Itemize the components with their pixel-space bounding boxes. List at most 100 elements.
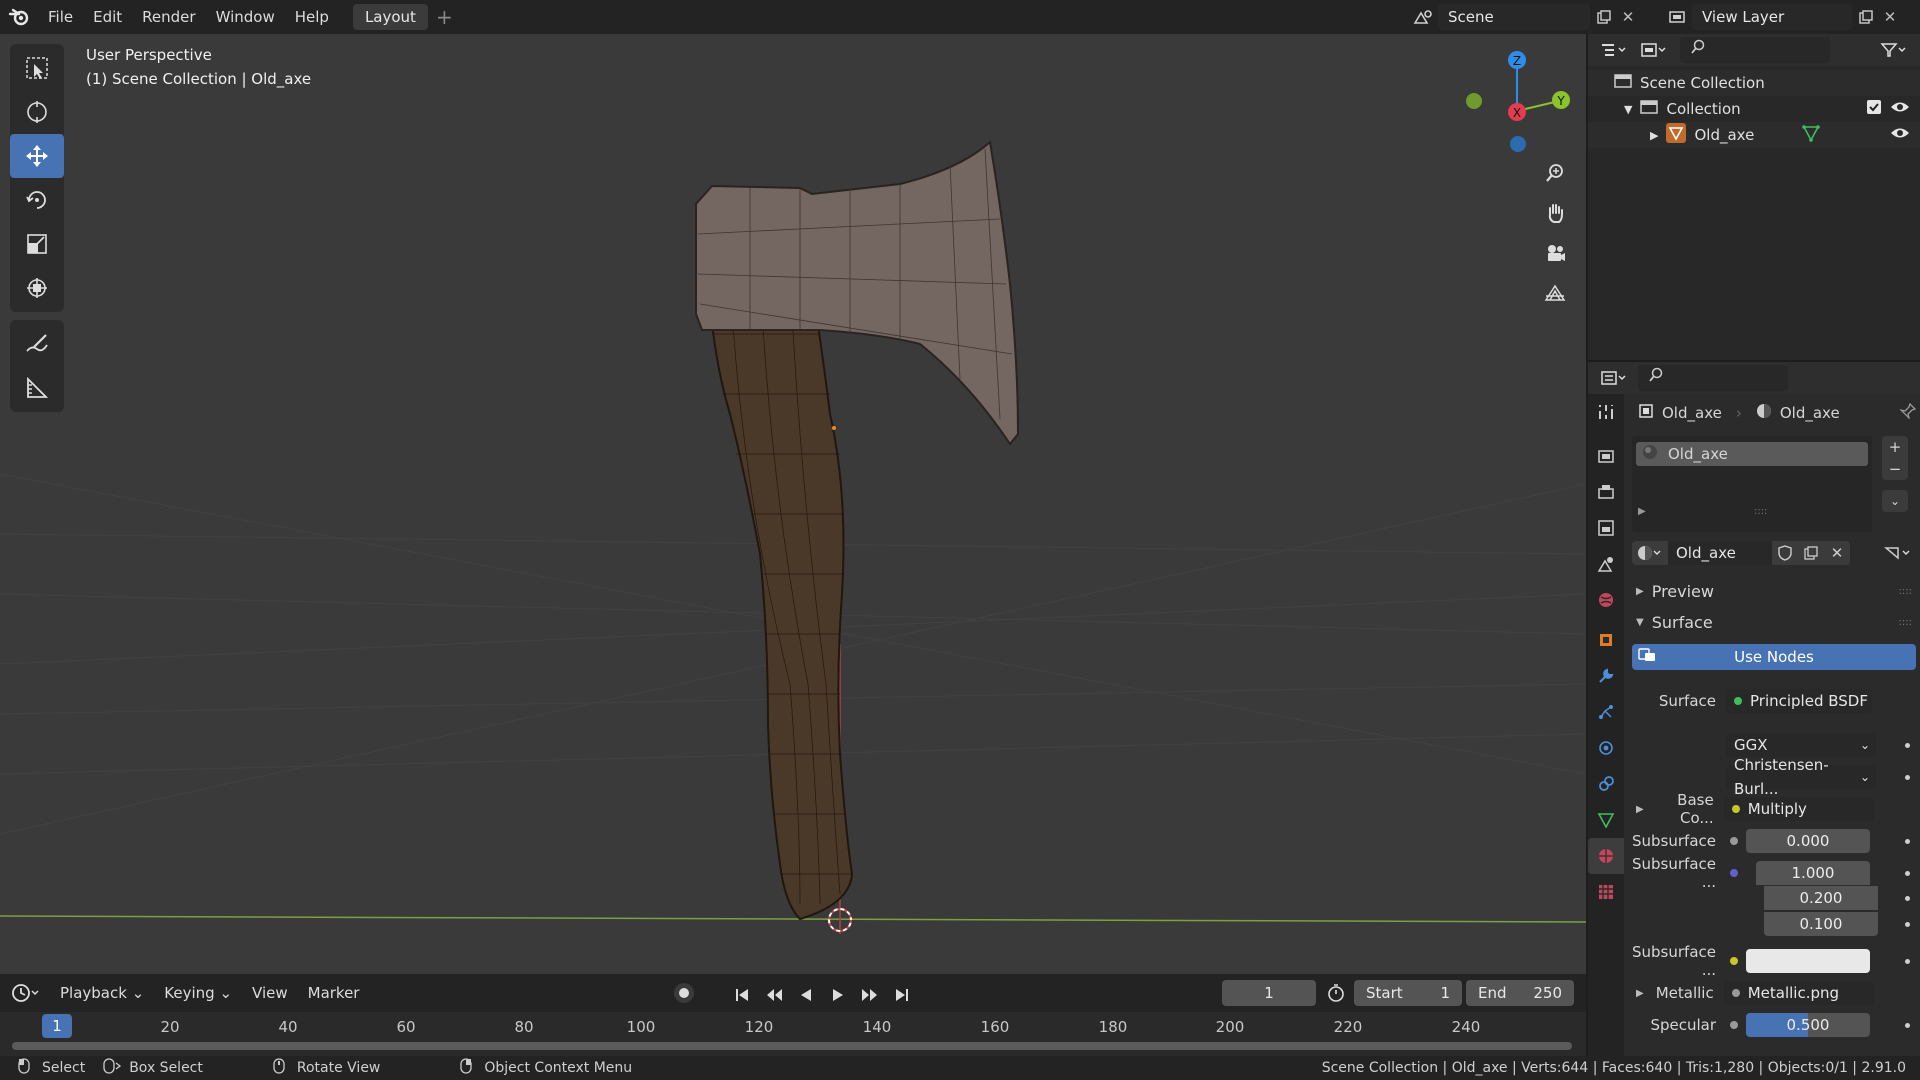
fake-user-shield-icon[interactable]	[1772, 541, 1798, 565]
zoom-icon[interactable]	[1538, 156, 1572, 190]
outliner-search-input[interactable]	[1680, 37, 1830, 63]
new-scene-icon[interactable]	[1590, 4, 1618, 30]
3d-viewport[interactable]: User Perspective (1) Scene Collection | …	[0, 34, 1586, 974]
ortho-grid-icon[interactable]	[1538, 276, 1572, 310]
material-link-filter-icon[interactable]	[1880, 541, 1916, 565]
collapse-triangle-icon[interactable]: ▼	[1624, 103, 1632, 116]
menu-file[interactable]: File	[38, 0, 83, 34]
material-tab-icon[interactable]	[1588, 838, 1624, 874]
menu-help[interactable]: Help	[285, 0, 339, 34]
view-layer-icon[interactable]	[1664, 4, 1692, 30]
end-frame-field[interactable]: End 250	[1466, 980, 1574, 1006]
properties-editor-type-icon[interactable]	[1594, 365, 1634, 391]
cursor-tool[interactable]	[10, 90, 64, 134]
panel-drag-handle[interactable]: ::::	[1899, 617, 1912, 628]
duplicate-material-icon[interactable]	[1798, 541, 1824, 565]
navigation-gizmo[interactable]: Z Y X	[1462, 44, 1572, 154]
output-tab-icon[interactable]	[1588, 474, 1624, 510]
mesh-data-tab-icon[interactable]	[1588, 802, 1624, 838]
exclude-checkbox[interactable]	[1866, 99, 1882, 119]
scene-tab-icon[interactable]	[1588, 546, 1624, 582]
material-slot-item[interactable]: Old_axe	[1636, 442, 1868, 466]
preview-panel-header[interactable]: ▶ Preview ::::	[1632, 578, 1916, 604]
menu-edit[interactable]: Edit	[83, 0, 132, 34]
surface-panel-header[interactable]: ▼ Surface ::::	[1632, 609, 1916, 635]
outliner-editor-type-icon[interactable]	[1594, 37, 1634, 63]
browse-material-icon[interactable]	[1632, 541, 1668, 565]
slot-resize-handle[interactable]: ::::	[1754, 506, 1767, 517]
scale-tool[interactable]	[10, 222, 64, 266]
filter-icon[interactable]	[1874, 37, 1914, 63]
modifier-wrench-icon[interactable]	[1588, 658, 1624, 694]
slot-expand-icon[interactable]: ▶	[1638, 506, 1646, 517]
rotate-tool[interactable]	[10, 178, 64, 222]
start-frame-field[interactable]: Start 1	[1354, 980, 1462, 1006]
stopwatch-icon[interactable]	[1326, 983, 1346, 1007]
world-tab-icon[interactable]	[1588, 582, 1624, 618]
subsurface-radius-x[interactable]: 1.000	[1756, 861, 1870, 885]
measure-tool[interactable]	[10, 366, 64, 410]
subsurface-method-dropdown[interactable]: Christensen-Burl... ⌄	[1726, 756, 1876, 798]
render-tab-icon[interactable]	[1588, 438, 1624, 474]
material-name-field[interactable]: Old_axe	[1668, 541, 1772, 565]
move-tool[interactable]	[10, 134, 64, 178]
menu-render[interactable]: Render	[132, 0, 205, 34]
jump-end-icon[interactable]	[888, 982, 916, 1008]
particles-tab-icon[interactable]	[1588, 694, 1624, 730]
scene-name-field[interactable]: Scene	[1438, 4, 1590, 30]
subsurface-value-field[interactable]: 0.000	[1746, 829, 1870, 853]
outliner-row-collection[interactable]: ▼ Collection	[1588, 96, 1920, 122]
timeline-scrollbar[interactable]	[12, 1042, 1572, 1050]
expand-triangle-icon[interactable]: ▶	[1650, 129, 1658, 142]
unlink-material-icon[interactable]: ✕	[1824, 541, 1850, 565]
annotate-tool[interactable]	[10, 322, 64, 366]
scene-icon[interactable]	[1410, 4, 1438, 30]
base-color-expand-icon[interactable]: ▶	[1636, 804, 1644, 815]
metallic-expand-icon[interactable]: ▶	[1636, 988, 1644, 999]
blender-logo-icon[interactable]	[0, 0, 38, 34]
camera-view-icon[interactable]	[1538, 236, 1572, 270]
object-tab-icon[interactable]	[1588, 622, 1624, 658]
specular-slider[interactable]: 0.500	[1746, 1013, 1870, 1037]
panel-drag-handle[interactable]: ::::	[1899, 586, 1912, 597]
physics-tab-icon[interactable]	[1588, 730, 1624, 766]
new-view-layer-icon[interactable]	[1852, 4, 1880, 30]
outliner-row-scene-collection[interactable]: Scene Collection	[1588, 70, 1920, 96]
play-icon[interactable]	[824, 982, 852, 1008]
add-slot-button[interactable]: +	[1882, 436, 1908, 458]
material-slot-list[interactable]: Old_axe ▶ ::::	[1632, 436, 1872, 532]
timeline-ruler[interactable]: 1 20 40 60 80 100 120 140 160 180 200 22…	[0, 1012, 1586, 1056]
pin-icon[interactable]	[1898, 402, 1917, 423]
texture-tab-icon[interactable]	[1588, 874, 1624, 910]
constraints-tab-icon[interactable]	[1588, 766, 1624, 802]
timeline-menu-keying[interactable]: Keying ⌄	[154, 984, 242, 1002]
play-reverse-icon[interactable]	[792, 982, 820, 1008]
select-box-tool[interactable]	[10, 46, 64, 90]
properties-search-input[interactable]	[1638, 365, 1788, 391]
timeline-menu-marker[interactable]: Marker	[298, 984, 370, 1002]
remove-scene-icon[interactable]: ✕	[1618, 4, 1638, 30]
next-keyframe-icon[interactable]	[856, 982, 884, 1008]
playhead-frame[interactable]: 1	[42, 1014, 72, 1038]
use-nodes-button[interactable]: Use Nodes	[1632, 644, 1916, 670]
outliner-row-old-axe[interactable]: ▶ Old_axe	[1588, 122, 1920, 148]
mesh-data-icon[interactable]	[1802, 124, 1821, 146]
remove-slot-button[interactable]: −	[1882, 458, 1908, 480]
view-layer-tab-icon[interactable]	[1588, 510, 1624, 546]
visibility-eye-icon[interactable]	[1890, 126, 1910, 144]
view-layer-field[interactable]: View Layer	[1692, 4, 1852, 30]
jump-start-icon[interactable]	[728, 982, 756, 1008]
metallic-texture-field[interactable]: Metallic.png	[1723, 981, 1874, 1005]
subsurface-color-swatch[interactable]	[1746, 949, 1870, 973]
display-mode-icon[interactable]	[1634, 37, 1674, 63]
editor-type-clock-icon[interactable]	[0, 983, 50, 1003]
prev-keyframe-icon[interactable]	[760, 982, 788, 1008]
transform-tool[interactable]	[10, 266, 64, 310]
subsurface-radius-y[interactable]: 0.200	[1764, 886, 1878, 910]
remove-view-layer-icon[interactable]: ✕	[1880, 4, 1900, 30]
current-frame-field[interactable]: 1	[1222, 980, 1316, 1006]
add-workspace-button[interactable]: +	[436, 0, 453, 34]
subsurface-radius-z[interactable]: 0.100	[1764, 912, 1878, 936]
visibility-eye-icon[interactable]	[1890, 100, 1910, 118]
tool-tab-icon[interactable]	[1588, 394, 1624, 430]
